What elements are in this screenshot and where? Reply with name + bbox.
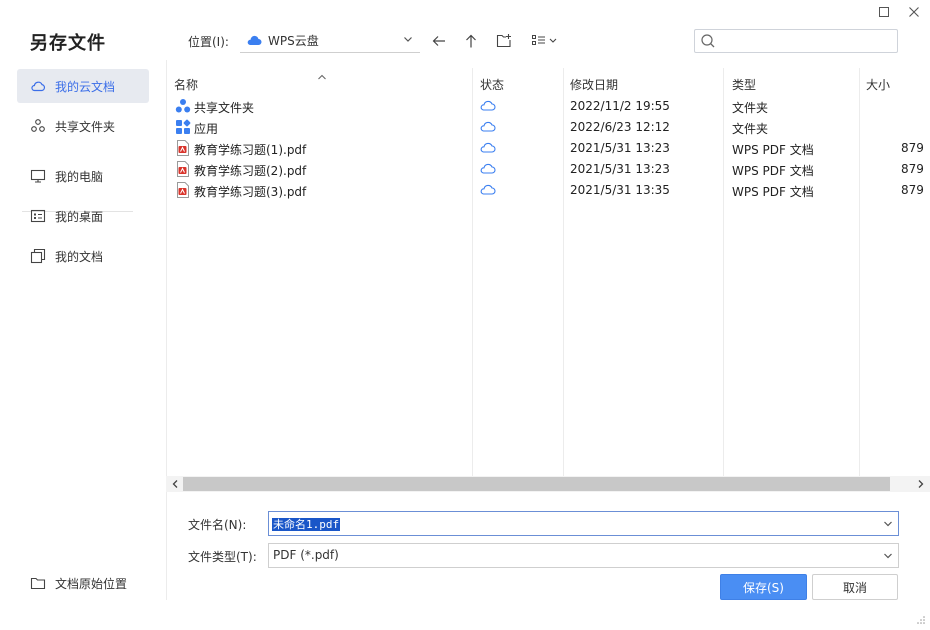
filetype-label: 文件类型(T): <box>188 550 257 564</box>
file-type: WPS PDF 文档 <box>732 164 814 178</box>
chevron-down-icon <box>882 550 894 565</box>
sidebar-item-my-desktop[interactable]: 我的桌面 <box>17 199 149 233</box>
file-size: 879 <box>901 183 924 197</box>
cloud-status-icon <box>479 182 497 199</box>
chevron-down-icon[interactable] <box>882 518 894 533</box>
file-name: 教育学练习题(3).pdf <box>194 185 307 199</box>
file-name: 教育学练习题(2).pdf <box>194 164 307 178</box>
column-header-modified[interactable]: 修改日期 <box>570 76 618 93</box>
column-header-type[interactable]: 类型 <box>732 76 756 93</box>
search-input[interactable] <box>694 29 898 53</box>
sort-ascending-icon <box>317 70 327 84</box>
sidebar-item-label: 我的文档 <box>55 249 104 264</box>
column-header-status[interactable]: 状态 <box>480 76 504 93</box>
scroll-right-icon[interactable] <box>916 478 926 493</box>
sidebar-item-label: 我的桌面 <box>55 209 104 224</box>
sidebar-item-shared-folder[interactable]: 共享文件夹 <box>17 109 149 143</box>
view-mode-button[interactable] <box>530 30 560 52</box>
file-modified: 2022/6/23 12:12 <box>570 120 670 134</box>
pdf-icon <box>175 182 191 198</box>
file-type: 文件夹 <box>732 122 769 136</box>
sidebar: 我的云文档 共享文件夹 我的电脑 我的桌面 我的文档 <box>0 60 167 600</box>
cloud-icon <box>30 78 46 94</box>
file-modified: 2021/5/31 13:35 <box>570 183 670 197</box>
desktop-icon <box>30 208 46 224</box>
file-list: 名称 状态 修改日期 类型 大小 共享文件夹 2022/11/2 19:55 文… <box>166 68 930 478</box>
cloud-status-icon <box>479 140 497 157</box>
search-field[interactable] <box>717 32 895 50</box>
back-button[interactable] <box>428 30 450 52</box>
table-row[interactable]: 教育学练习题(1).pdf 2021/5/31 13:23 WPS PDF 文档… <box>166 138 930 159</box>
scrollbar-thumb[interactable] <box>183 477 890 491</box>
file-modified: 2021/5/31 13:23 <box>570 162 670 176</box>
save-button[interactable]: 保存(S) <box>720 574 807 600</box>
filename-label: 文件名(N): <box>188 518 247 532</box>
table-row[interactable]: 应用 2022/6/23 12:12 文件夹 <box>166 117 930 138</box>
sidebar-item-my-documents[interactable]: 我的文档 <box>17 239 149 273</box>
arrow-left-icon <box>432 36 445 46</box>
close-icon <box>909 7 919 17</box>
filetype-select[interactable]: PDF (*.pdf) <box>268 543 899 568</box>
cancel-button[interactable]: 取消 <box>812 574 898 600</box>
pdf-icon <box>175 161 191 177</box>
column-header-size[interactable]: 大小 <box>866 76 890 93</box>
documents-icon <box>30 248 46 264</box>
sidebar-item-label: 共享文件夹 <box>55 119 116 134</box>
cloud-status-icon <box>479 161 497 178</box>
resize-grip-icon[interactable] <box>916 614 926 628</box>
file-modified: 2021/5/31 13:23 <box>570 141 670 155</box>
wps-cloud-icon <box>246 34 262 46</box>
file-size: 879 <box>901 141 924 155</box>
maximize-icon <box>879 7 889 17</box>
location-select[interactable]: WPS云盘 <box>240 28 420 53</box>
filename-value: 未命名1.pdf <box>272 518 341 531</box>
monitor-icon <box>30 168 46 184</box>
shared-folder-icon <box>175 98 191 114</box>
apps-icon <box>175 119 191 135</box>
original-location-button[interactable]: 文档原始位置 <box>17 571 127 595</box>
folder-icon <box>30 575 46 591</box>
new-folder-icon <box>496 34 511 48</box>
table-row[interactable]: 教育学练习题(2).pdf 2021/5/31 13:23 WPS PDF 文档… <box>166 159 930 180</box>
list-view-icon <box>532 35 557 45</box>
file-type: 文件夹 <box>732 101 769 115</box>
file-name: 共享文件夹 <box>194 101 255 115</box>
cloud-status-icon <box>479 98 497 115</box>
sidebar-item-label: 我的云文档 <box>55 79 116 94</box>
file-size: 879 <box>901 162 924 176</box>
arrow-up-icon <box>466 34 476 48</box>
file-type: WPS PDF 文档 <box>732 185 814 199</box>
close-button[interactable] <box>904 2 924 22</box>
file-name: 应用 <box>194 122 219 136</box>
chevron-down-icon <box>402 33 414 48</box>
filename-input[interactable]: 未命名1.pdf <box>268 511 899 536</box>
sidebar-item-my-computer[interactable]: 我的电脑 <box>17 159 149 193</box>
file-modified: 2022/11/2 19:55 <box>570 99 670 113</box>
filetype-value: PDF (*.pdf) <box>273 548 339 562</box>
table-row[interactable]: 教育学练习题(3).pdf 2021/5/31 13:35 WPS PDF 文档… <box>166 180 930 201</box>
dialog-title: 另存文件 <box>30 33 106 54</box>
file-type: WPS PDF 文档 <box>732 143 814 157</box>
cloud-status-icon <box>479 119 497 136</box>
table-row[interactable]: 共享文件夹 2022/11/2 19:55 文件夹 <box>166 96 930 117</box>
up-button[interactable] <box>460 30 482 52</box>
search-icon <box>700 33 716 52</box>
pdf-icon <box>175 140 191 156</box>
new-folder-button[interactable] <box>493 30 515 52</box>
maximize-button[interactable] <box>874 2 894 22</box>
location-value: WPS云盘 <box>268 33 319 48</box>
location-label: 位置(I): <box>188 35 229 49</box>
share-folder-icon <box>30 118 46 134</box>
column-header-name[interactable]: 名称 <box>174 76 198 93</box>
sidebar-item-my-cloud-docs[interactable]: 我的云文档 <box>17 69 149 103</box>
original-location-label: 文档原始位置 <box>55 576 128 591</box>
file-name: 教育学练习题(1).pdf <box>194 143 307 157</box>
scroll-left-icon[interactable] <box>170 478 180 493</box>
horizontal-scrollbar[interactable] <box>166 476 930 492</box>
sidebar-item-label: 我的电脑 <box>55 169 104 184</box>
